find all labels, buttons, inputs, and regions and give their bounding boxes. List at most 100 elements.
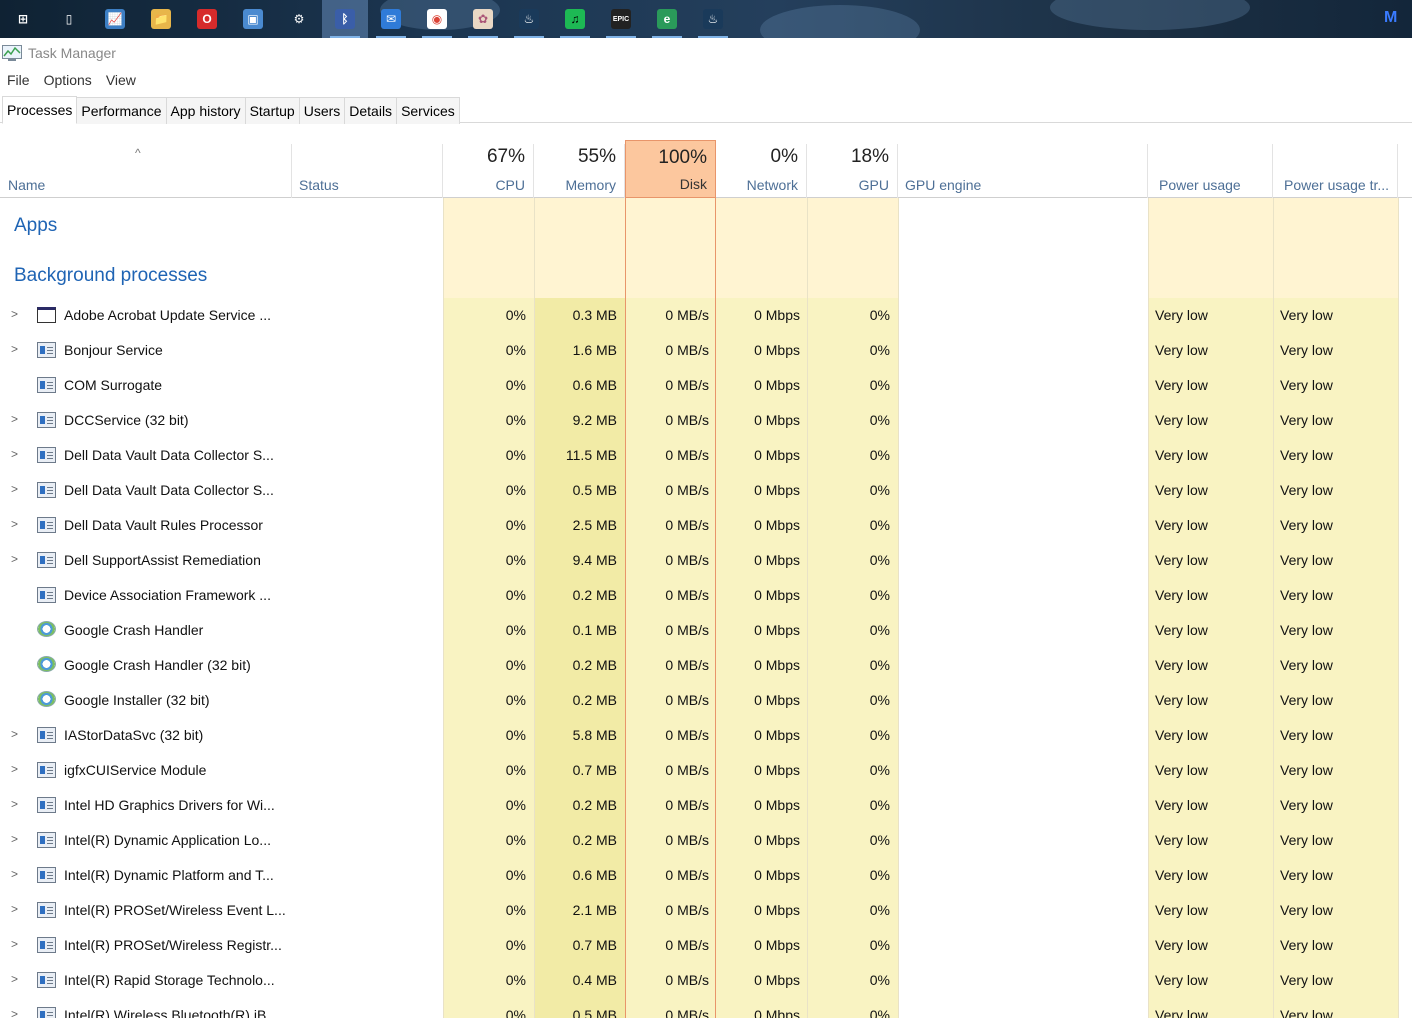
table-row[interactable]: > Dell Data Vault Rules Processor 0% 2.5 MB… <box>0 508 1412 543</box>
column-memory[interactable]: 55% Memory <box>534 144 625 198</box>
taskbar-button[interactable]: ▯ <box>46 0 92 38</box>
column-cpu-label: CPU <box>495 177 525 193</box>
taskbar-button[interactable]: ⊞ <box>0 0 46 38</box>
service-icon <box>37 1007 56 1018</box>
taskbar-button[interactable]: ᛒ <box>322 0 368 38</box>
taskbar-button[interactable]: ♨ <box>506 0 552 38</box>
expand-chevron-icon[interactable]: > <box>11 517 18 531</box>
expand-chevron-icon[interactable]: > <box>11 342 18 356</box>
group-apps[interactable]: Apps <box>14 215 57 237</box>
power-usage-trend-value: Very low <box>1280 727 1333 743</box>
expand-chevron-icon[interactable]: > <box>11 797 18 811</box>
expand-chevron-icon[interactable]: > <box>11 447 18 461</box>
disk-value: 0 MB/s <box>665 1007 709 1018</box>
expand-chevron-icon[interactable]: > <box>11 727 18 741</box>
power-usage-value: Very low <box>1155 692 1208 708</box>
column-power-usage-trend-label: Power usage tr... <box>1284 177 1390 193</box>
network-column-bg <box>716 198 807 298</box>
column-name[interactable]: ^ Name <box>0 144 292 198</box>
taskbar-app-icon[interactable]: M <box>1384 9 1404 29</box>
cpu-value: 0% <box>505 657 526 673</box>
table-row[interactable]: > IAStorDataSvc (32 bit) 0% 5.8 MB 0 MB/s 0 M… <box>0 718 1412 753</box>
expand-chevron-icon[interactable]: > <box>11 412 18 426</box>
window-icon <box>37 307 56 323</box>
taskbar-button[interactable]: ◉ <box>414 0 460 38</box>
group-background-processes[interactable]: Background processes <box>14 265 207 287</box>
tab-performance[interactable]: Performance <box>76 97 167 124</box>
table-row[interactable]: COM Surrogate 0% 0.6 MB 0 MB/s 0 Mbps 0% Very … <box>0 368 1412 403</box>
disk-value: 0 MB/s <box>665 307 709 323</box>
table-row[interactable]: > Adobe Acrobat Update Service ... 0% 0.3 M… <box>0 298 1412 333</box>
taskbar-button[interactable]: e <box>644 0 690 38</box>
column-cpu[interactable]: 67% CPU <box>443 144 534 198</box>
expand-chevron-icon[interactable]: > <box>11 972 18 986</box>
table-row[interactable]: > Intel(R) Wireless Bluetooth(R) iB... 0% 0… <box>0 998 1412 1018</box>
table-row[interactable]: > Dell Data Vault Data Collector S... 0% 11… <box>0 438 1412 473</box>
expand-chevron-icon[interactable]: > <box>11 552 18 566</box>
service-icon <box>37 342 56 358</box>
table-row[interactable]: > Bonjour Service 0% 1.6 MB 0 MB/s 0 Mbps 0% Ve… <box>0 333 1412 368</box>
column-gpu-engine[interactable]: GPU engine <box>898 144 1148 198</box>
memory-value: 0.6 MB <box>572 867 617 883</box>
network-total-percent: 0% <box>770 146 798 167</box>
taskbar-button[interactable]: ✉ <box>368 0 414 38</box>
table-row[interactable]: > igfxCUIService Module 0% 0.7 MB 0 MB/s 0 Mb… <box>0 753 1412 788</box>
menu-view[interactable]: View <box>106 72 136 88</box>
expand-chevron-icon[interactable]: > <box>11 307 18 321</box>
taskbar-button[interactable]: O <box>184 0 230 38</box>
column-power-usage-trend[interactable]: Power usage tr... <box>1273 144 1398 198</box>
table-row[interactable]: > Intel(R) Dynamic Application Lo... 0% 0.2… <box>0 823 1412 858</box>
expand-chevron-icon[interactable]: > <box>11 937 18 951</box>
column-status[interactable]: Status <box>292 144 443 198</box>
disk-value: 0 MB/s <box>665 517 709 533</box>
tab-app-history[interactable]: App history <box>165 97 246 124</box>
taskbar-button[interactable]: ✿ <box>460 0 506 38</box>
expand-chevron-icon[interactable]: > <box>11 832 18 846</box>
expand-chevron-icon[interactable]: > <box>11 482 18 496</box>
gpu-total-percent: 18% <box>850 146 889 167</box>
network-value: 0 Mbps <box>754 1007 800 1018</box>
table-row[interactable]: > Intel(R) PROSet/Wireless Registr... 0% 0.… <box>0 928 1412 963</box>
menu-file[interactable]: File <box>7 72 30 88</box>
table-row[interactable]: > DCCService (32 bit) 0% 9.2 MB 0 MB/s 0 Mbps… <box>0 403 1412 438</box>
table-row[interactable]: Google Crash Handler (32 bit) 0% 0.2 MB 0 M… <box>0 648 1412 683</box>
table-row[interactable]: > Intel(R) Dynamic Platform and T... 0% 0.6… <box>0 858 1412 893</box>
expand-chevron-icon[interactable]: > <box>11 867 18 881</box>
expand-chevron-icon[interactable]: > <box>11 762 18 776</box>
tab-processes[interactable]: Processes <box>2 96 78 124</box>
cpu-value: 0% <box>505 482 526 498</box>
taskbar-button[interactable]: ⚙ <box>276 0 322 38</box>
tab-users[interactable]: Users <box>298 97 346 124</box>
taskbar-button[interactable]: ♫ <box>552 0 598 38</box>
service-icon <box>37 832 56 848</box>
network-value: 0 Mbps <box>754 517 800 533</box>
file-explorer-icon: 📁 <box>151 9 171 29</box>
tab-startup[interactable]: Startup <box>244 97 300 124</box>
column-gpu[interactable]: 18% GPU <box>807 144 898 198</box>
table-row[interactable]: Google Installer (32 bit) 0% 0.2 MB 0 MB/s 0… <box>0 683 1412 718</box>
service-icon <box>37 482 56 498</box>
column-network[interactable]: 0% Network <box>716 144 807 198</box>
column-disk[interactable]: 100% Disk <box>625 140 716 198</box>
taskbar-button[interactable]: EPIC <box>598 0 644 38</box>
table-row[interactable]: > Dell Data Vault Data Collector S... 0% 0.… <box>0 473 1412 508</box>
table-row[interactable]: > Dell SupportAssist Remediation 0% 9.4 MB 0… <box>0 543 1412 578</box>
taskbar-button[interactable]: 📁 <box>138 0 184 38</box>
table-row[interactable]: Device Association Framework ... 0% 0.2 MB… <box>0 578 1412 613</box>
expand-chevron-icon[interactable]: > <box>11 902 18 916</box>
table-row[interactable]: Google Crash Handler 0% 0.1 MB 0 MB/s 0 Mbps… <box>0 613 1412 648</box>
table-row[interactable]: > Intel(R) Rapid Storage Technolo... 0% 0.4… <box>0 963 1412 998</box>
taskbar-button[interactable]: 📈 <box>92 0 138 38</box>
taskbar-button[interactable]: ▣ <box>230 0 276 38</box>
taskbar-button[interactable]: ♨ <box>690 0 736 38</box>
menu-options[interactable]: Options <box>44 72 92 88</box>
column-power-usage[interactable]: Power usage <box>1148 144 1273 198</box>
tab-details[interactable]: Details <box>344 97 398 124</box>
table-row[interactable]: > Intel HD Graphics Drivers for Wi... 0% 0.… <box>0 788 1412 823</box>
table-row[interactable]: > Intel(R) PROSet/Wireless Event L... 0% 2.… <box>0 893 1412 928</box>
expand-chevron-icon[interactable]: > <box>11 1007 18 1018</box>
tab-services[interactable]: Services <box>396 97 460 124</box>
gpu-value: 0% <box>869 867 890 883</box>
column-gpu-label: GPU <box>858 177 889 193</box>
network-value: 0 Mbps <box>754 797 800 813</box>
